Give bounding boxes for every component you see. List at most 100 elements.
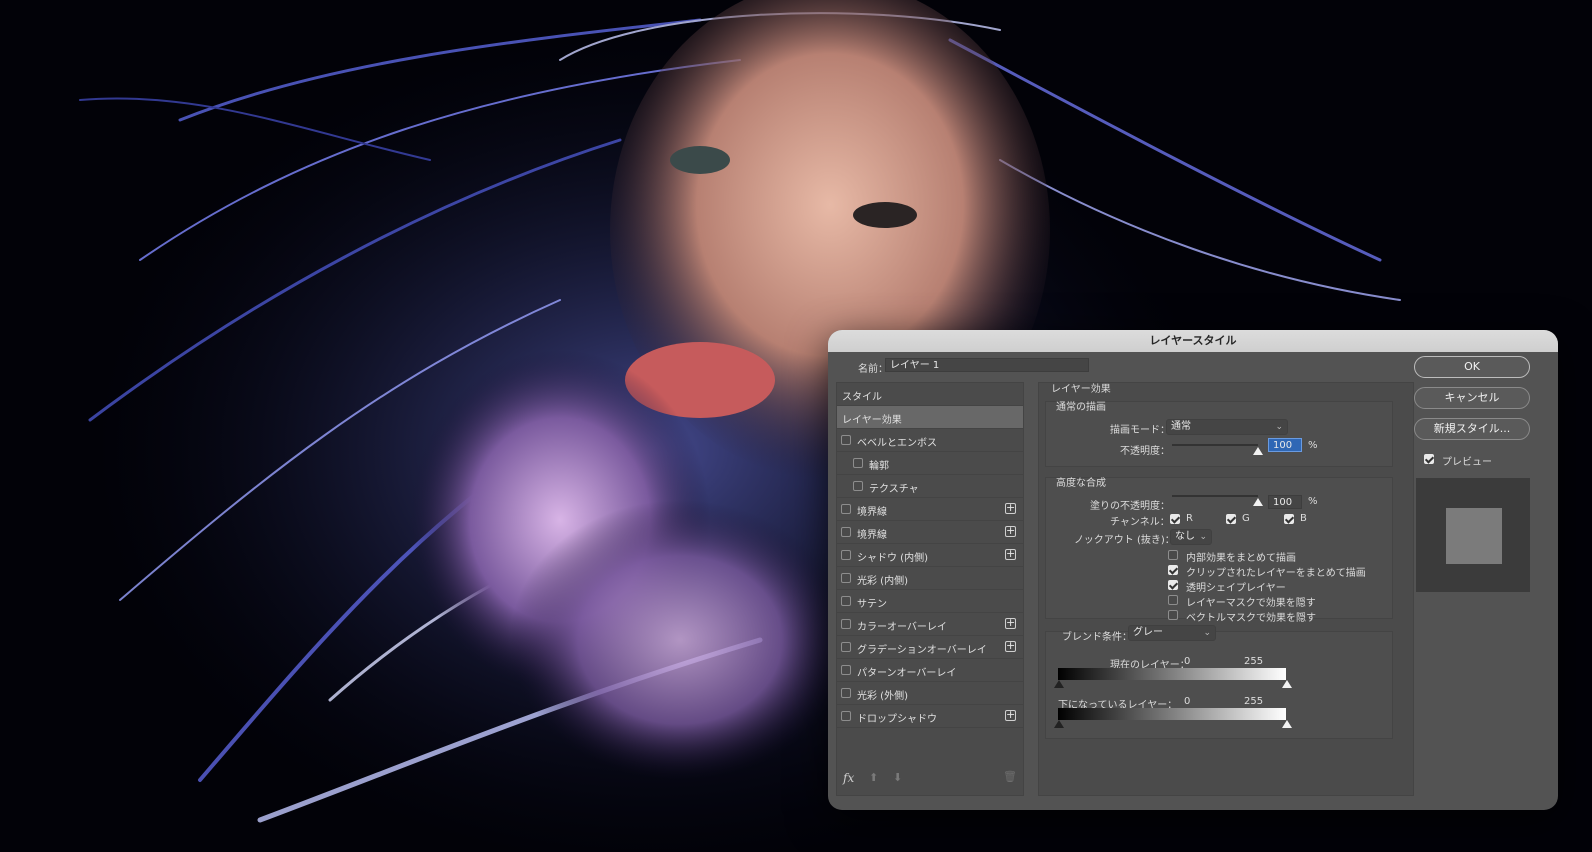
- style-item-checkbox[interactable]: [841, 504, 851, 514]
- style-item-checkbox[interactable]: [841, 596, 851, 606]
- style-item-label: ドロップシャドウ: [857, 714, 937, 725]
- preview-checkbox[interactable]: [1424, 454, 1434, 464]
- layer-style-dialog: レイヤースタイル 名前： レイヤー 1 スタイル レイヤー効果ベベルとエンボス輪…: [828, 330, 1558, 810]
- channel-label: R: [1186, 513, 1193, 524]
- channel-checkbox[interactable]: [1170, 514, 1180, 524]
- name-label: 名前：: [858, 364, 888, 375]
- advanced-blending-group: 高度な合成 塗りの不透明度： 100 % チャンネル： R G B ノックアウト (…: [1045, 477, 1393, 624]
- dialog-title: レイヤースタイル: [828, 330, 1558, 352]
- ok-button[interactable]: OK: [1414, 356, 1530, 378]
- style-item-checkbox[interactable]: [841, 642, 851, 652]
- add-effect-icon[interactable]: +: [1005, 709, 1016, 721]
- cancel-button[interactable]: キャンセル: [1414, 387, 1530, 409]
- style-item-checkbox[interactable]: [841, 711, 851, 721]
- style-list-panel: スタイル レイヤー効果 ベベルとエンボス 輪郭 テクスチャ 境界線 + 境界線 + シャドウ (…: [836, 382, 1024, 796]
- blend-if-select[interactable]: グレー ⌄: [1128, 625, 1216, 641]
- chevron-down-icon: ⌄: [1199, 532, 1207, 542]
- add-effect-icon[interactable]: +: [1005, 502, 1016, 514]
- fill-opacity-percent: %: [1308, 496, 1318, 507]
- normal-blending-group: 通常の描画 描画モード： 通常 ⌄ 不透明度： 100 %: [1045, 401, 1393, 467]
- advanced-option-checkbox[interactable]: [1168, 580, 1178, 590]
- opacity-field[interactable]: 100: [1268, 438, 1302, 452]
- style-item[interactable]: ドロップシャドウ +: [837, 705, 1023, 728]
- style-item-label: サテン: [857, 599, 887, 610]
- channel-label: G: [1242, 513, 1250, 524]
- fill-opacity-slider-thumb[interactable]: [1253, 498, 1263, 506]
- style-item-label: 光彩 (内側): [857, 576, 908, 587]
- advanced-blending-title: 高度な合成: [1056, 478, 1106, 489]
- style-item[interactable]: パターンオーバーレイ: [837, 659, 1023, 682]
- style-item-checkbox[interactable]: [841, 527, 851, 537]
- opacity-percent: %: [1308, 440, 1318, 451]
- style-item-checkbox[interactable]: [841, 619, 851, 629]
- style-item-checkbox[interactable]: [853, 458, 863, 468]
- style-item-checkbox[interactable]: [841, 435, 851, 445]
- preview-square: [1446, 508, 1502, 564]
- style-item[interactable]: 光彩 (外側): [837, 682, 1023, 705]
- style-item[interactable]: レイヤー効果: [837, 406, 1023, 429]
- style-item-checkbox[interactable]: [841, 665, 851, 675]
- style-preview-swatch: [1416, 478, 1530, 592]
- style-item-label: カラーオーバーレイ: [857, 622, 947, 633]
- knockout-select[interactable]: なし ⌄: [1170, 529, 1212, 545]
- style-list-header[interactable]: スタイル: [837, 383, 1023, 406]
- style-item[interactable]: 境界線 +: [837, 498, 1023, 521]
- style-item[interactable]: サテン: [837, 590, 1023, 613]
- advanced-option-checkbox[interactable]: [1168, 595, 1178, 605]
- style-item[interactable]: ベベルとエンボス: [837, 429, 1023, 452]
- style-item[interactable]: 光彩 (内側): [837, 567, 1023, 590]
- fill-opacity-slider-track[interactable]: [1172, 495, 1258, 497]
- preview-label: プレビュー: [1442, 457, 1492, 468]
- style-item-label: 境界線: [857, 530, 887, 541]
- move-down-icon[interactable]: ⬇: [893, 771, 902, 784]
- advanced-option-checkbox[interactable]: [1168, 550, 1178, 560]
- move-up-icon[interactable]: ⬆: [869, 771, 878, 784]
- style-item[interactable]: 輪郭: [837, 452, 1023, 475]
- style-item[interactable]: テクスチャ: [837, 475, 1023, 498]
- new-style-button[interactable]: 新規スタイル...: [1414, 418, 1530, 440]
- style-item-label: 境界線: [857, 507, 887, 518]
- underlying-layer-black-thumb[interactable]: [1054, 720, 1064, 728]
- channel-checkbox[interactable]: [1226, 514, 1236, 524]
- style-item[interactable]: グラデーションオーバーレイ +: [837, 636, 1023, 659]
- channel-checkbox[interactable]: [1284, 514, 1294, 524]
- style-item-label: 光彩 (外側): [857, 691, 908, 702]
- advanced-option-checkbox[interactable]: [1168, 610, 1178, 620]
- opacity-slider-track[interactable]: [1172, 444, 1258, 446]
- style-item-label: テクスチャ: [869, 484, 919, 495]
- opacity-label: 不透明度：: [1120, 446, 1170, 457]
- add-effect-icon[interactable]: +: [1005, 640, 1016, 652]
- chevron-down-icon: ⌄: [1203, 628, 1211, 638]
- advanced-option-checkbox[interactable]: [1168, 565, 1178, 575]
- style-item-checkbox[interactable]: [841, 688, 851, 698]
- blend-if-group: ブレンド条件： グレー ⌄ 現在のレイヤー： 0 255 下になっているレイヤー：…: [1045, 625, 1393, 739]
- style-item-checkbox[interactable]: [841, 573, 851, 583]
- style-item-checkbox[interactable]: [841, 550, 851, 560]
- layer-name-field[interactable]: レイヤー 1: [885, 358, 1089, 372]
- fill-opacity-field[interactable]: 100: [1268, 495, 1302, 509]
- style-item-label: グラデーションオーバーレイ: [857, 645, 987, 656]
- blend-if-label: ブレンド条件：: [1062, 632, 1132, 643]
- blend-mode-select[interactable]: 通常 ⌄: [1166, 419, 1288, 435]
- style-item[interactable]: 境界線 +: [837, 521, 1023, 544]
- style-item-label: シャドウ (内側): [857, 553, 928, 564]
- add-effect-icon[interactable]: +: [1005, 525, 1016, 537]
- fill-opacity-label: 塗りの不透明度：: [1090, 501, 1170, 512]
- underlying-layer-gradient: [1058, 708, 1286, 720]
- style-item-checkbox[interactable]: [853, 481, 863, 491]
- fx-menu-icon[interactable]: fx: [843, 771, 854, 785]
- this-layer-min: 0: [1184, 656, 1191, 667]
- style-item[interactable]: シャドウ (内側) +: [837, 544, 1023, 567]
- advanced-option-label: 透明シェイプレイヤー: [1186, 583, 1286, 594]
- advanced-option-label: ベクトルマスクで効果を隠す: [1186, 613, 1316, 624]
- style-item[interactable]: カラーオーバーレイ +: [837, 613, 1023, 636]
- opacity-slider-thumb[interactable]: [1253, 447, 1263, 455]
- underlying-layer-white-thumb[interactable]: [1282, 720, 1292, 728]
- this-layer-black-thumb[interactable]: [1054, 680, 1064, 688]
- add-effect-icon[interactable]: +: [1005, 617, 1016, 629]
- trash-icon[interactable]: 🗑: [1003, 770, 1017, 783]
- style-item-label: レイヤー効果: [842, 415, 902, 426]
- this-layer-white-thumb[interactable]: [1282, 680, 1292, 688]
- blend-mode-label: 描画モード：: [1110, 425, 1170, 436]
- add-effect-icon[interactable]: +: [1005, 548, 1016, 560]
